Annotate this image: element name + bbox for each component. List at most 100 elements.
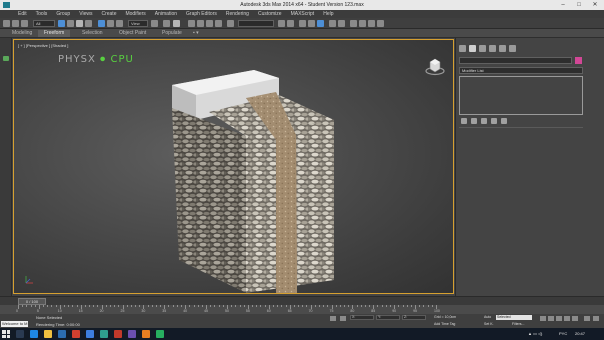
time-slider-thumb[interactable]: 0 / 100 [18,298,46,305]
tray-icons[interactable]: ▲ ▭ ◁) [528,331,542,336]
select-object-icon[interactable] [58,20,65,27]
perspective-viewport[interactable]: [ + ] [Perspective ] [Shaded ] PHYSX ● C… [13,39,454,294]
menu-views[interactable]: Views [79,10,92,18]
modify-tab-icon[interactable] [469,45,476,52]
set-key-button[interactable]: Set K. [484,322,494,326]
configure-modifier-sets-icon[interactable] [501,118,507,124]
tab-selection[interactable]: Selection [76,30,109,37]
curve-editor-icon[interactable] [329,20,336,27]
menu-create[interactable]: Create [101,10,116,18]
object-color-swatch[interactable] [575,57,582,64]
task-view-icon[interactable] [16,330,24,338]
move-icon[interactable] [98,20,105,27]
menu-group[interactable]: Group [56,10,70,18]
language-indicator[interactable]: PYC [559,331,567,336]
keyboard-shortcut-icon[interactable] [173,20,180,27]
make-unique-icon[interactable] [481,118,487,124]
key-filters-button[interactable]: Filters... [512,322,524,326]
reference-coordinate-dropdown[interactable]: View [128,20,148,27]
window-crossing-icon[interactable] [85,20,92,27]
media-player-icon[interactable] [128,330,136,338]
redo-icon[interactable] [12,20,19,27]
scale-icon[interactable] [116,20,123,27]
zoom-icon[interactable] [584,316,590,321]
menu-tools[interactable]: Tools [36,10,48,18]
tab-populate[interactable]: Populate [156,30,188,37]
menu-maxscript[interactable]: MAXScript [291,10,315,18]
ribbon-minimize-icon[interactable]: ▪ ▾ [190,30,202,37]
track-bar[interactable]: 0 5 10 15 20 25 30 35 40 45 50 55 60 65 70 75 80 85 90 95 10… [0,305,604,314]
modifier-list-dropdown[interactable]: Modifier List [459,67,583,74]
file-explorer-icon[interactable] [44,330,52,338]
z-coordinate-field[interactable]: Z: [402,315,426,320]
mirror-icon[interactable] [278,20,285,27]
remove-modifier-icon[interactable] [491,118,497,124]
menu-help[interactable]: Help [323,10,333,18]
word-icon[interactable] [86,330,94,338]
object-name-field[interactable] [459,57,572,64]
render-setup-icon[interactable] [359,20,366,27]
select-by-name-icon[interactable] [67,20,74,27]
select-manipulate-icon[interactable] [163,20,170,27]
render-production-icon[interactable] [377,20,384,27]
spinner-snap-icon[interactable] [215,20,222,27]
layer-manager-icon[interactable] [308,20,315,27]
chrome-icon[interactable] [72,330,80,338]
add-time-tag[interactable]: Add Time Tag [434,322,455,326]
tab-modeling[interactable]: Modeling [6,30,38,37]
app-icon[interactable] [114,330,122,338]
menu-edit[interactable]: Edit [18,10,27,18]
start-button-icon[interactable] [2,330,10,338]
rendered-frame-window-icon[interactable] [368,20,375,27]
percent-snap-icon[interactable] [206,20,213,27]
app-icon[interactable] [156,330,164,338]
scene-explorer-icon[interactable] [299,20,306,27]
photos-icon[interactable] [142,330,150,338]
link-icon[interactable] [21,20,28,27]
time-slider[interactable]: 0 / 100 [0,296,604,305]
next-frame-icon[interactable] [564,316,570,321]
maximize-button[interactable]: □ [572,1,586,9]
utilities-tab-icon[interactable] [509,45,516,52]
align-icon[interactable] [287,20,294,27]
menu-modifiers[interactable]: Modifiers [125,10,145,18]
graphite-ribbon-icon[interactable] [317,20,324,27]
close-button[interactable]: ✕ [588,1,602,9]
schematic-view-icon[interactable] [338,20,345,27]
pivot-center-icon[interactable] [151,20,158,27]
extra-toolbar-icon[interactable] [3,56,9,61]
auto-key-button[interactable]: Auto [484,315,491,319]
modifier-stack[interactable] [459,76,583,115]
x-coordinate-field[interactable]: X: [350,315,374,320]
go-to-end-icon[interactable] [572,316,578,321]
clock[interactable]: 20:47 [575,331,585,336]
minimize-button[interactable]: – [556,1,570,9]
hierarchy-tab-icon[interactable] [479,45,486,52]
snaps-toggle-icon[interactable] [188,20,195,27]
menu-rendering[interactable]: Rendering [226,10,249,18]
tab-object-paint[interactable]: Object Paint [113,30,152,37]
material-editor-icon[interactable] [350,20,357,27]
menu-graph-editors[interactable]: Graph Editors [186,10,217,18]
selection-filter-dropdown[interactable]: All [33,20,55,27]
maxscript-listener-field[interactable]: Welcome to M [1,321,28,327]
go-to-start-icon[interactable] [540,316,546,321]
lock-selection-icon[interactable] [330,316,336,321]
motion-tab-icon[interactable] [489,45,496,52]
rectangle-selection-icon[interactable] [76,20,83,27]
pin-stack-icon[interactable] [461,118,467,124]
play-icon[interactable] [556,316,562,321]
edit-named-selection-icon[interactable] [227,20,234,27]
display-tab-icon[interactable] [499,45,506,52]
gabion-wall-model[interactable] [14,40,454,294]
named-selection-sets-dropdown[interactable] [238,20,274,27]
previous-frame-icon[interactable] [548,316,554,321]
store-icon[interactable] [58,330,66,338]
menu-customize[interactable]: Customize [258,10,282,18]
undo-icon[interactable] [3,20,10,27]
create-tab-icon[interactable] [459,45,466,52]
key-filter-dropdown[interactable]: Selected [496,315,532,320]
absolute-mode-icon[interactable] [340,316,346,321]
y-coordinate-field[interactable]: Y: [376,315,400,320]
edge-browser-icon[interactable] [30,330,38,338]
